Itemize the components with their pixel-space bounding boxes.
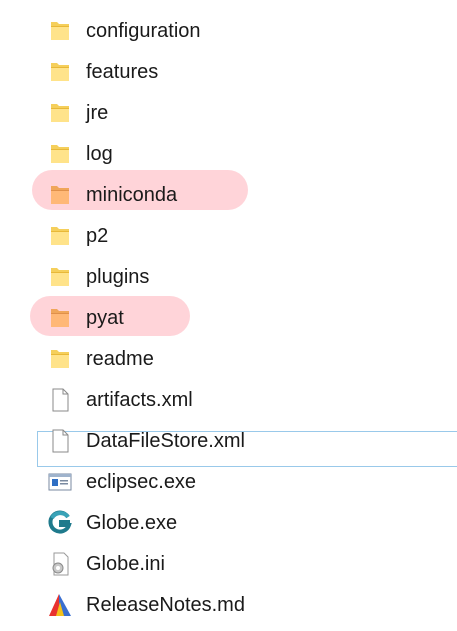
document-icon: [47, 387, 73, 413]
file-row-releasenotes-md[interactable]: ReleaseNotes.md: [0, 584, 457, 625]
file-name: readme: [86, 348, 154, 370]
file-row-configuration[interactable]: configuration: [0, 10, 457, 51]
file-name: DataFileStore.xml: [86, 430, 245, 452]
file-name: configuration: [86, 20, 201, 42]
file-row-log[interactable]: log: [0, 133, 457, 174]
file-row-artifacts-xml[interactable]: artifacts.xml: [0, 379, 457, 420]
file-name: miniconda: [86, 184, 178, 206]
file-row-globe-exe[interactable]: Globe.exe: [0, 502, 457, 543]
console-app-icon: [47, 469, 73, 495]
file-row-miniconda[interactable]: miniconda: [0, 174, 457, 215]
settings-file-icon: [47, 551, 73, 577]
folder-icon: [47, 59, 73, 85]
folder-icon: [47, 141, 73, 167]
file-name: Globe.exe: [86, 512, 178, 534]
file-name: jre: [86, 102, 109, 124]
file-name: Globe.ini: [86, 553, 165, 575]
file-row-globe-ini[interactable]: Globe.ini: [0, 543, 457, 584]
folder-icon: [47, 182, 73, 208]
document-icon: [47, 428, 73, 454]
file-name: features: [86, 61, 159, 83]
file-name: log: [86, 143, 113, 165]
file-row-jre[interactable]: jre: [0, 92, 457, 133]
file-name: ReleaseNotes.md: [86, 594, 245, 616]
globe-app-icon: [47, 510, 73, 536]
file-row-datafilestore-xml[interactable]: DataFileStore.xml: [0, 420, 457, 461]
file-name: p2: [86, 225, 109, 247]
folder-icon: [47, 346, 73, 372]
file-name: eclipsec.exe: [86, 471, 197, 493]
file-row-p2[interactable]: p2: [0, 215, 457, 256]
file-row-readme[interactable]: readme: [0, 338, 457, 379]
markdown-file-icon: [47, 592, 73, 618]
file-row-features[interactable]: features: [0, 51, 457, 92]
folder-icon: [47, 100, 73, 126]
folder-icon: [47, 223, 73, 249]
file-name: artifacts.xml: [86, 389, 193, 411]
file-name: pyat: [86, 307, 124, 329]
file-row-plugins[interactable]: plugins: [0, 256, 457, 297]
folder-icon: [47, 18, 73, 44]
file-name: plugins: [86, 266, 150, 288]
file-row-pyat[interactable]: pyat: [0, 297, 457, 338]
folder-icon: [47, 305, 73, 331]
folder-icon: [47, 264, 73, 290]
file-list: configuration features jre log miniconda…: [0, 10, 457, 625]
file-row-eclipsec-exe[interactable]: eclipsec.exe: [0, 461, 457, 502]
